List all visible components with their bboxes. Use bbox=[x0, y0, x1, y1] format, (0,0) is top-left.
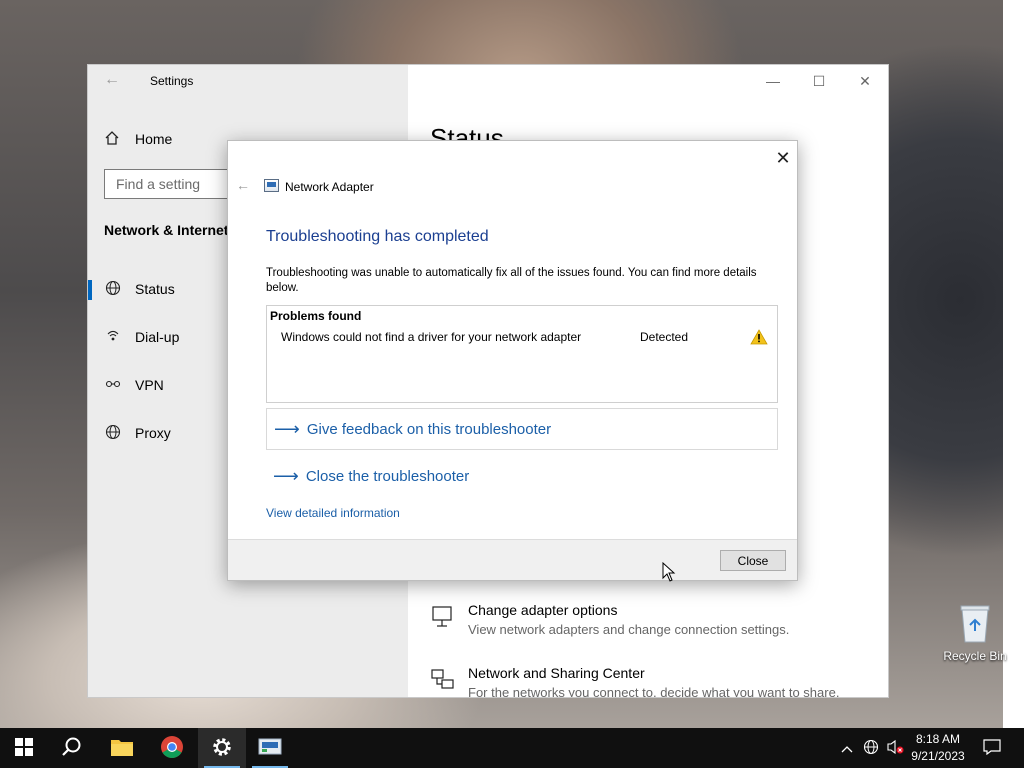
clock-date: 9/21/2023 bbox=[911, 749, 965, 763]
dialog-title: Network Adapter bbox=[285, 180, 374, 194]
start-button[interactable] bbox=[0, 728, 48, 768]
home-nav[interactable]: Home bbox=[104, 128, 172, 150]
notification-icon bbox=[983, 738, 1001, 758]
close-troubleshooter-label: Close the troubleshooter bbox=[305, 467, 470, 485]
troubleshooter-taskbar-button[interactable] bbox=[246, 728, 294, 768]
give-feedback-link[interactable]: ⟶ Give feedback on this troubleshooter bbox=[266, 408, 778, 450]
chevron-up-icon bbox=[841, 740, 853, 756]
home-icon bbox=[104, 130, 124, 149]
windows-logo-icon bbox=[15, 737, 33, 759]
selection-indicator bbox=[88, 280, 92, 300]
recycle-bin-icon bbox=[958, 603, 992, 643]
folder-icon bbox=[110, 737, 134, 760]
problems-list: Problems found Windows could not find a … bbox=[266, 305, 778, 403]
clock[interactable]: 8:18 AM 9/21/2023 bbox=[906, 731, 970, 765]
change-adapter-options-link[interactable]: Change adapter options View network adap… bbox=[430, 602, 870, 652]
clock-time: 8:18 AM bbox=[915, 732, 961, 746]
link-subtitle: For the networks you connect to, decide … bbox=[468, 685, 840, 697]
globe-icon bbox=[863, 739, 879, 758]
dialog-heading: Troubleshooting has completed bbox=[266, 228, 489, 245]
chrome-button[interactable] bbox=[148, 728, 196, 768]
problem-text: Windows could not find a driver for your… bbox=[281, 330, 582, 344]
vpn-icon bbox=[104, 376, 122, 394]
mouse-cursor-icon bbox=[662, 561, 676, 582]
link-title: Change adapter options bbox=[468, 602, 618, 618]
dialog-description: Troubleshooting was unable to automatica… bbox=[266, 267, 757, 294]
troubleshooter-dialog: ✕ ← Network Adapter Troubleshooting has … bbox=[227, 140, 798, 581]
network-adapter-icon bbox=[258, 737, 282, 760]
notifications-button[interactable] bbox=[978, 728, 1006, 768]
problems-header: Problems found bbox=[270, 309, 362, 323]
nav-label: Dial-up bbox=[135, 329, 180, 345]
search-button[interactable] bbox=[48, 728, 96, 768]
back-arrow-icon[interactable]: ← bbox=[236, 177, 250, 193]
network-adapter-icon bbox=[264, 179, 279, 192]
dial-up-icon bbox=[104, 328, 122, 346]
file-explorer-button[interactable] bbox=[98, 728, 146, 768]
nav-label: Proxy bbox=[135, 425, 171, 441]
adapter-icon bbox=[430, 604, 456, 630]
gear-icon bbox=[211, 736, 233, 761]
close-button[interactable]: Close bbox=[720, 550, 786, 571]
dialog-close-icon[interactable]: ✕ bbox=[772, 147, 794, 169]
arrow-right-icon: ⟶ bbox=[273, 465, 299, 486]
volume-tray-button[interactable] bbox=[884, 728, 906, 768]
window-title: Settings bbox=[150, 74, 194, 88]
settings-taskbar-button[interactable] bbox=[198, 728, 246, 768]
search-icon bbox=[61, 736, 83, 761]
back-arrow-icon[interactable]: ← bbox=[104, 71, 120, 89]
chrome-icon bbox=[160, 735, 184, 762]
volume-muted-icon bbox=[886, 739, 904, 758]
nav-label: VPN bbox=[135, 377, 164, 393]
close-troubleshooter-link[interactable]: ⟶ Close the troubleshooter bbox=[266, 455, 778, 497]
show-hidden-icons-button[interactable] bbox=[836, 728, 858, 768]
problem-status: Detected bbox=[640, 330, 689, 344]
taskbar: 8:18 AM 9/21/2023 bbox=[0, 728, 1024, 768]
link-subtitle: View network adapters and change connect… bbox=[468, 622, 790, 637]
feedback-link-label: Give feedback on this troubleshooter bbox=[306, 420, 552, 438]
maximize-button[interactable]: ☐ bbox=[796, 69, 842, 93]
dialog-footer: Close bbox=[228, 539, 797, 580]
globe-icon bbox=[104, 424, 122, 442]
link-title: Network and Sharing Center bbox=[468, 665, 645, 681]
sharing-center-icon bbox=[430, 667, 456, 693]
home-label: Home bbox=[135, 131, 173, 147]
warning-icon bbox=[750, 329, 768, 345]
section-heading: Network & Internet bbox=[104, 222, 229, 238]
close-window-button[interactable]: ✕ bbox=[842, 69, 888, 93]
minimize-button[interactable]: — bbox=[750, 69, 796, 93]
recycle-bin[interactable]: Recycle Bin bbox=[942, 603, 1008, 669]
network-tray-button[interactable] bbox=[860, 728, 882, 768]
recycle-bin-label: Recycle Bin bbox=[943, 649, 1007, 663]
nav-label: Status bbox=[135, 281, 175, 297]
globe-icon bbox=[104, 280, 122, 298]
view-detailed-information-link[interactable]: View detailed information bbox=[266, 506, 400, 520]
arrow-right-icon: ⟶ bbox=[274, 418, 300, 439]
network-sharing-center-link[interactable]: Network and Sharing Center For the netwo… bbox=[430, 665, 870, 697]
